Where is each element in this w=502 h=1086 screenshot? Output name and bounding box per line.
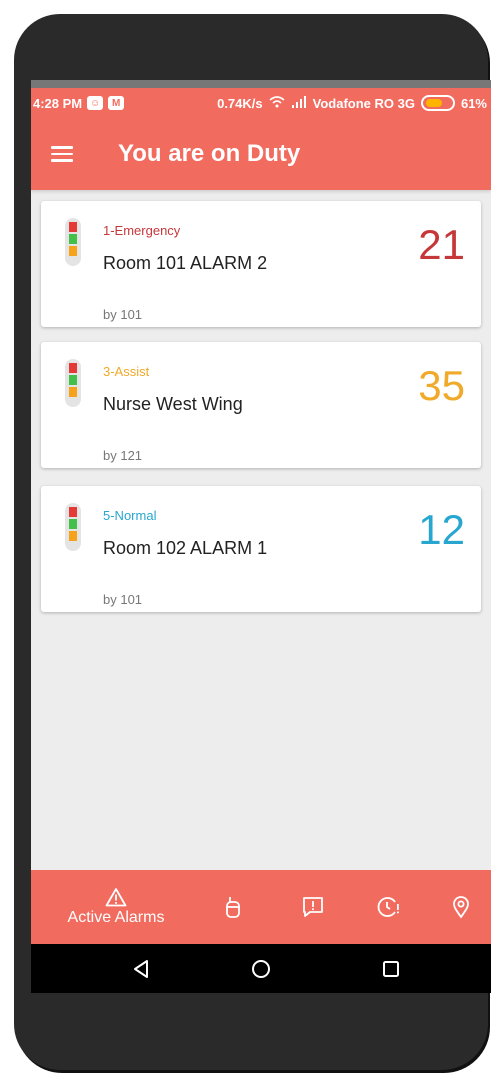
location-pin-icon — [453, 896, 469, 919]
menu-icon[interactable] — [51, 146, 73, 162]
notification-strip — [31, 80, 491, 88]
clock-alert-icon — [377, 897, 399, 917]
alarm-card[interactable]: 1-Emergency Room 101 ALARM 2 by 101 21 — [41, 201, 481, 327]
signal-bars-icon — [291, 95, 307, 111]
traffic-light-icon — [65, 503, 81, 551]
status-time: 4:28 PM — [33, 95, 83, 111]
warning-icon — [105, 888, 127, 907]
battery-percent: 61% — [460, 95, 487, 111]
alarm-card[interactable]: 3-Assist Nurse West Wing by 121 35 — [41, 342, 481, 468]
page-title: You are on Duty — [118, 140, 301, 167]
message-alert-icon — [303, 897, 323, 917]
tab-location[interactable] — [443, 870, 479, 944]
tab-history[interactable] — [371, 870, 407, 944]
traffic-light-icon — [65, 359, 81, 407]
home-icon — [252, 959, 270, 978]
back-icon — [134, 959, 148, 978]
alarm-title: Room 102 ALARM 1 — [103, 538, 268, 558]
tab-messages[interactable] — [295, 870, 331, 944]
alarm-title: Room 101 ALARM 2 — [103, 253, 268, 273]
back-button[interactable] — [111, 944, 171, 993]
app-bar: You are on Duty — [31, 118, 491, 190]
network-speed: 0.74K/s — [217, 95, 263, 111]
phone-screen: 4:28 PM ☺ M 0.74K/s Vodafone RO 3G 61% Y… — [31, 80, 491, 993]
traffic-light-icon — [65, 218, 81, 266]
alarm-title: Nurse West Wing — [103, 394, 243, 414]
recents-icon — [383, 960, 399, 977]
gmail-icon: M — [108, 96, 125, 110]
bottom-nav: Active Alarms — [31, 870, 491, 944]
alarm-by: by 101 — [103, 592, 143, 607]
alarm-count: 12 — [418, 506, 465, 553]
alarm-count: 35 — [418, 362, 465, 409]
alarm-count: 21 — [418, 221, 465, 268]
tab-label: Active Alarms — [67, 909, 165, 926]
recents-button[interactable] — [361, 944, 421, 993]
alarm-priority: 3-Assist — [103, 364, 150, 379]
home-button[interactable] — [231, 944, 291, 993]
app-notification-icon: ☺ — [87, 96, 104, 110]
status-bar: 4:28 PM ☺ M 0.74K/s Vodafone RO 3G 61% — [31, 88, 491, 118]
walkie-talkie-icon — [226, 897, 240, 918]
alarm-card[interactable]: 5-Normal Room 102 ALARM 1 by 101 12 — [41, 486, 481, 612]
alarm-priority: 5-Normal — [103, 508, 157, 523]
alarm-by: by 101 — [103, 307, 143, 322]
tab-active-alarms[interactable]: Active Alarms — [51, 870, 181, 944]
alarm-by: by 121 — [103, 448, 143, 463]
system-nav-bar — [31, 944, 491, 993]
alarm-priority: 1-Emergency — [103, 223, 181, 238]
tab-handset[interactable] — [215, 870, 251, 944]
carrier-name: Vodafone RO 3G — [312, 95, 415, 111]
battery-icon — [420, 95, 455, 111]
wifi-icon — [269, 95, 285, 111]
